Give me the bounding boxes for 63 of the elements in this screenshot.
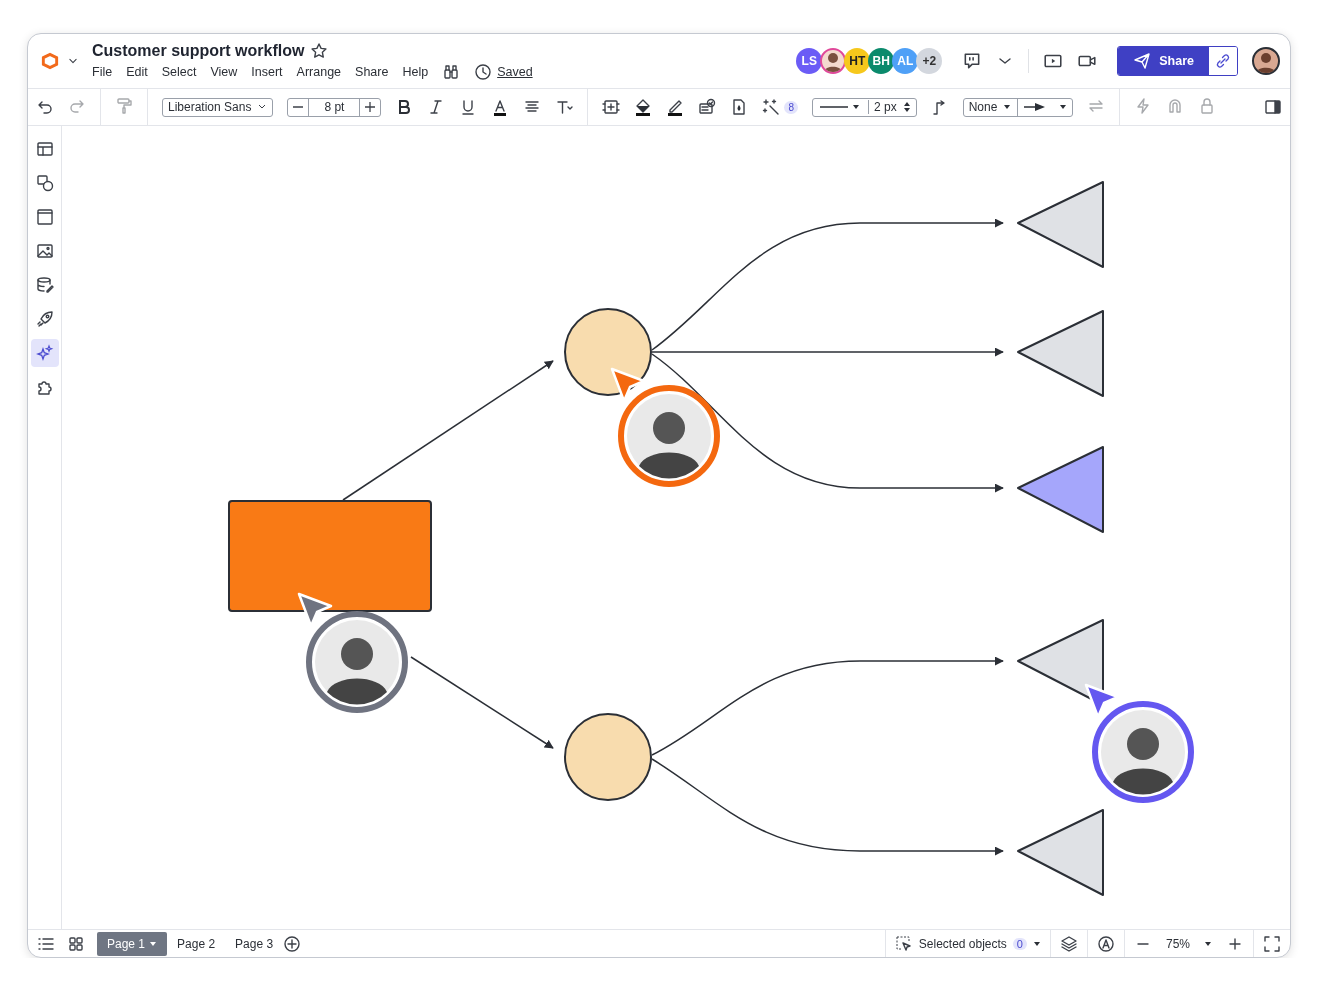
magic-wand-icon[interactable]: [762, 98, 781, 116]
line-width-dropdown[interactable]: 2 px: [811, 97, 917, 117]
grid-icon[interactable]: [67, 934, 85, 953]
caret-icon[interactable]: [1204, 939, 1212, 948]
save-status-link[interactable]: Saved: [497, 64, 533, 79]
accessibility-icon[interactable]: [1096, 934, 1115, 953]
plus-icon[interactable]: [363, 100, 378, 114]
clock-icon[interactable]: [474, 62, 493, 81]
frame-icon: [35, 208, 54, 226]
user-avatar[interactable]: LS: [796, 48, 823, 74]
panel-icon[interactable]: [1264, 98, 1282, 116]
grid-position-icon[interactable]: [602, 98, 621, 116]
layers-icon[interactable]: [1059, 934, 1078, 953]
count-badge: 0: [1012, 937, 1027, 950]
fullscreen-icon[interactable]: [1263, 934, 1281, 953]
page-tab[interactable]: Page 3: [225, 931, 284, 956]
page-tab[interactable]: Page 2: [167, 931, 226, 956]
caret-icon[interactable]: [1032, 939, 1041, 948]
user-avatar[interactable]: [1252, 47, 1280, 75]
count-badge: 8: [784, 100, 798, 114]
menu-item[interactable]: Share: [355, 64, 389, 79]
stepper-arrows-icon[interactable]: [902, 101, 911, 113]
user-avatar[interactable]: BH: [868, 48, 895, 74]
menu-item[interactable]: Select: [161, 64, 197, 79]
font-dropdown[interactable]: Liberation Sans: [162, 97, 274, 117]
logo-icon[interactable]: [40, 51, 60, 71]
text-options-icon[interactable]: [555, 98, 574, 116]
link-icon[interactable]: [1214, 52, 1232, 70]
template-icon: [35, 140, 54, 158]
selection-icon[interactable]: [894, 934, 913, 953]
style-check-icon[interactable]: [698, 98, 717, 116]
fill-color-icon[interactable]: [634, 98, 653, 116]
caret-icon: [149, 939, 158, 948]
selected-objects-label[interactable]: Selected objects: [918, 936, 1007, 951]
page-tab[interactable]: Page 1: [97, 931, 168, 956]
line-color-icon[interactable]: [666, 98, 685, 116]
star-icon[interactable]: [310, 41, 329, 60]
sidebar-item[interactable]: [30, 339, 59, 367]
caret-icon: [1003, 103, 1012, 111]
paper-plane-icon: [1133, 52, 1152, 70]
menu-item[interactable]: View: [210, 64, 238, 79]
puzzle-icon: [35, 378, 54, 396]
rocket-icon: [35, 310, 54, 328]
menu-item[interactable]: Help: [402, 64, 429, 79]
user-avatar[interactable]: +2: [916, 48, 943, 74]
zoom-level[interactable]: 75%: [1165, 936, 1190, 951]
menu-item[interactable]: Insert: [251, 64, 283, 79]
menu-item[interactable]: Arrange: [296, 64, 342, 79]
font-size-stepper[interactable]: 8 pt: [287, 97, 382, 117]
share-button[interactable]: Share: [1118, 47, 1209, 75]
menu-item[interactable]: Edit: [126, 64, 148, 79]
user-avatar[interactable]: [820, 48, 847, 74]
sparkle-icon: [35, 344, 54, 362]
menu-item[interactable]: File: [92, 64, 113, 79]
add-page-icon[interactable]: [283, 934, 302, 953]
line-end-dropdown[interactable]: None: [962, 97, 1074, 117]
shapes-icon: [35, 174, 54, 192]
caret-icon: [1059, 103, 1068, 111]
database-icon: [35, 276, 54, 294]
binoculars-icon[interactable]: [442, 62, 461, 81]
document-title: Customer support workflow: [92, 41, 305, 60]
image-icon: [35, 242, 54, 260]
user-avatar[interactable]: HT: [844, 48, 871, 74]
